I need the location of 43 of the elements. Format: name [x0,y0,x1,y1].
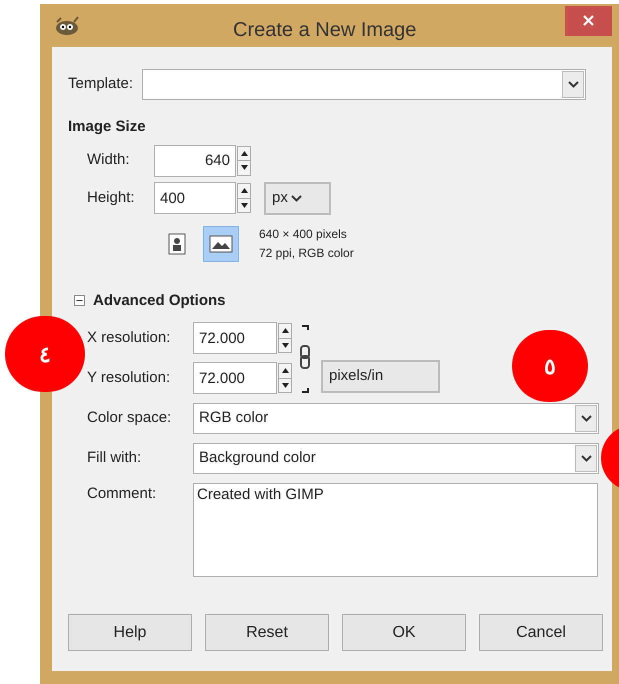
resolution-label: X resolution: [87,328,172,348]
width-label: Width: [87,150,131,170]
fill-with-label: Fill with: [87,448,142,468]
spin-buttons[interactable] [237,183,251,213]
dialog-button[interactable]: Reset [205,614,329,651]
caret-icon [580,415,592,422]
caret-icon [290,194,302,202]
caret-icon [580,455,592,462]
resolution-unit-dropdown[interactable]: pixels/in [321,360,440,393]
section-heading: Image Size [68,117,146,137]
dialog-button[interactable]: Cancel [479,614,603,651]
image-info-text: 72 ppi, RGB color [259,244,354,262]
resolution-label: Y resolution: [87,368,172,388]
height-label: Height: [87,188,136,208]
comment-label: Comment: [87,484,158,504]
dialog-button[interactable]: OK [342,614,466,651]
spin-buttons[interactable] [278,363,292,393]
number-callout: ٤ [5,316,85,392]
app-logo-icon [54,16,80,36]
spin-buttons[interactable] [237,146,251,176]
height-input[interactable]: 400 [154,182,236,214]
close-button[interactable] [565,6,612,36]
template-label: Template: [68,74,134,94]
close-icon [583,15,594,26]
image-info-text: 640 × 400 pixels [259,226,348,242]
width-input[interactable]: 640 [154,144,236,176]
color-space-dropdown[interactable]: RGB color [193,403,599,434]
resolution-input[interactable]: 72.000 [193,322,277,354]
chain-link-icon[interactable] [298,324,312,394]
landscape-icon [209,234,233,252]
landscape-button[interactable] [203,226,239,262]
caret-icon [568,81,579,88]
comment-textarea[interactable]: Created with GIMP [193,483,598,577]
spin-buttons[interactable] [278,323,292,353]
unit-dropdown[interactable]: px [264,182,331,214]
fill-with-dropdown[interactable]: Background color [193,443,599,474]
color-space-label: Color space: [87,408,172,428]
dialog-button[interactable]: Help [68,614,192,651]
window-title: Create a New Image [233,18,416,43]
collapse-icon[interactable] [74,295,85,306]
portrait-icon [168,232,186,254]
section-heading: Advanced Options [93,290,226,310]
resolution-input[interactable]: 72.000 [193,362,277,394]
